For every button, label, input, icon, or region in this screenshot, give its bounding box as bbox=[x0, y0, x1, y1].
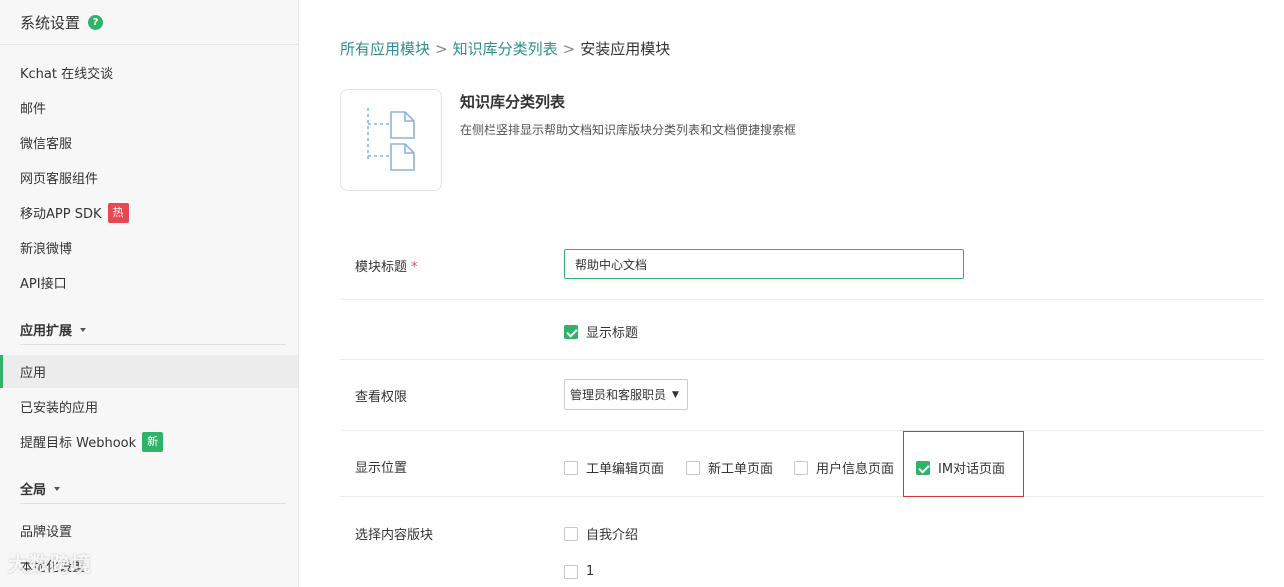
dropdown-arrow-icon: ▼ bbox=[672, 389, 679, 400]
sidebar-item-email[interactable]: 邮件 bbox=[0, 91, 298, 124]
caret-down-icon bbox=[54, 486, 61, 491]
permission-select[interactable]: 管理员和客服职员 ▼ bbox=[564, 379, 688, 410]
content-option-label: 自我介绍 bbox=[586, 528, 639, 543]
sidebar-item-label: 品牌设置 bbox=[20, 525, 73, 540]
sidebar-item-label: 邮件 bbox=[20, 102, 47, 117]
position-option-new-ticket[interactable]: 新工单页面 bbox=[686, 458, 773, 477]
sidebar-item-wechat[interactable]: 微信客服 bbox=[0, 126, 298, 159]
sidebar-item-label: Kchat 在线交谈 bbox=[20, 67, 114, 82]
main-content: 所有应用模块 > 知识库分类列表 > 安装应用模块 知识库分类列表 在侧栏竖排显示帮助文… bbox=[300, 0, 1284, 587]
content-checkbox[interactable] bbox=[564, 564, 578, 579]
sidebar-item-kchat[interactable]: Kchat 在线交谈 bbox=[0, 56, 298, 89]
sidebar-item-label: API接口 bbox=[20, 277, 67, 292]
sidebar-item-web-widget[interactable]: 网页客服组件 bbox=[0, 161, 298, 194]
sidebar-header: 系统设置 ? bbox=[0, 0, 298, 45]
breadcrumb-knowledge-list[interactable]: 知识库分类列表 bbox=[453, 40, 558, 58]
sidebar-item-label: 微信客服 bbox=[20, 137, 73, 152]
content-block-label: 选择内容版块 bbox=[355, 528, 434, 543]
sidebar-item-label: 提醒目标 Webhook bbox=[20, 436, 137, 451]
position-option-user-info[interactable]: 用户信息页面 bbox=[794, 458, 894, 477]
sidebar-item-label: 应用 bbox=[20, 366, 47, 381]
show-title-checkbox[interactable] bbox=[564, 324, 578, 339]
position-option-label: 用户信息页面 bbox=[816, 462, 895, 477]
sidebar: 系统设置 ? Kchat 在线交谈 邮件 微信客服 网页客服组件 移动APP S… bbox=[0, 0, 299, 587]
module-title: 知识库分类列表 bbox=[460, 93, 566, 111]
module-title-input[interactable] bbox=[564, 249, 964, 279]
sidebar-item-label: 已安装的应用 bbox=[20, 401, 99, 416]
sidebar-group-extend[interactable]: 应用扩展 bbox=[20, 315, 286, 345]
permission-selected-value: 管理员和客服职员 bbox=[570, 388, 667, 402]
sidebar-item-label: 网页客服组件 bbox=[20, 172, 99, 187]
breadcrumb-current: 安装应用模块 bbox=[580, 40, 671, 58]
form-row-permission: 查看权限 bbox=[340, 360, 1264, 431]
group-label: 全局 bbox=[20, 483, 47, 498]
group-label: 应用扩展 bbox=[20, 324, 73, 339]
sidebar-item-installed-apps[interactable]: 已安装的应用 bbox=[0, 390, 298, 423]
breadcrumb-separator: > bbox=[562, 40, 576, 58]
breadcrumb: 所有应用模块 > 知识库分类列表 > 安装应用模块 bbox=[340, 38, 670, 59]
form-row-show-title bbox=[340, 300, 1264, 360]
required-mark: * bbox=[411, 260, 418, 275]
highlight-annotation-box bbox=[903, 431, 1024, 497]
document-tree-icon bbox=[367, 108, 415, 171]
hot-badge: 热 bbox=[107, 202, 129, 223]
position-checkbox[interactable] bbox=[564, 460, 578, 475]
title-field-label: 模块标题 * bbox=[355, 256, 418, 275]
position-checkbox[interactable] bbox=[686, 460, 700, 475]
position-option-label: 新工单页面 bbox=[708, 462, 774, 477]
sidebar-title: 系统设置 bbox=[20, 13, 81, 32]
new-badge: 新 bbox=[142, 431, 164, 452]
sidebar-item-weibo[interactable]: 新浪微博 bbox=[0, 231, 298, 264]
content-option-intro[interactable]: 自我介绍 bbox=[564, 524, 638, 543]
sidebar-item-webhook[interactable]: 提醒目标 Webhook 新 bbox=[0, 425, 298, 458]
position-label: 显示位置 bbox=[355, 461, 408, 476]
content-option-1[interactable]: 1 bbox=[564, 564, 594, 579]
caret-down-icon bbox=[80, 327, 87, 332]
position-checkbox[interactable] bbox=[794, 460, 808, 475]
position-option-ticket-edit[interactable]: 工单编辑页面 bbox=[564, 458, 664, 477]
title-label-text: 模块标题 bbox=[355, 260, 408, 275]
permission-label: 查看权限 bbox=[355, 390, 408, 405]
sidebar-item-label: 新浪微博 bbox=[20, 242, 73, 257]
watermark: 大数跨境 bbox=[8, 552, 92, 576]
content-option-label: 1 bbox=[586, 564, 595, 579]
module-description: 在侧栏竖排显示帮助文档知识库版块分类列表和文档便捷搜索框 bbox=[460, 123, 797, 137]
show-title-label: 显示标题 bbox=[586, 326, 639, 341]
sidebar-group-global[interactable]: 全局 bbox=[20, 474, 286, 504]
sidebar-item-label: 移动APP SDK bbox=[20, 207, 102, 222]
sidebar-item-mobile-sdk[interactable]: 移动APP SDK 热 bbox=[0, 196, 298, 229]
sidebar-item-brand[interactable]: 品牌设置 bbox=[0, 514, 298, 547]
sidebar-item-api[interactable]: API接口 bbox=[0, 266, 298, 299]
position-option-label: 工单编辑页面 bbox=[586, 462, 665, 477]
show-title-option[interactable]: 显示标题 bbox=[564, 322, 638, 341]
module-icon-card bbox=[340, 89, 442, 191]
breadcrumb-separator: > bbox=[435, 40, 448, 58]
content-checkbox[interactable] bbox=[564, 526, 578, 541]
breadcrumb-all-modules[interactable]: 所有应用模块 bbox=[340, 40, 430, 58]
sidebar-item-apps[interactable]: 应用 bbox=[0, 355, 298, 388]
help-icon[interactable]: ? bbox=[88, 14, 104, 30]
